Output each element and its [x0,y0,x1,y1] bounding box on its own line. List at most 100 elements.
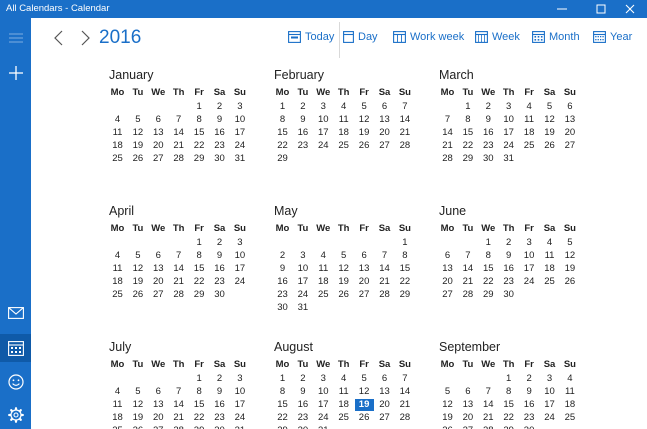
day-cell[interactable]: 13 [375,386,394,398]
work-week-view-button[interactable]: Work week [393,28,464,46]
calendar-button[interactable] [0,334,31,362]
day-cell[interactable]: 28 [169,425,188,429]
day-cell[interactable]: 22 [458,140,477,152]
day-cell[interactable]: 14 [458,263,477,275]
day-cell[interactable]: 15 [273,399,292,411]
day-cell[interactable]: 6 [438,250,457,262]
day-cell[interactable]: 3 [230,237,249,249]
day-cell[interactable]: 7 [458,250,477,262]
day-cell[interactable]: 31 [230,425,249,429]
day-cell[interactable]: 23 [293,412,312,424]
day-cell[interactable]: 9 [273,263,292,275]
day-cell[interactable]: 27 [149,425,168,429]
day-cell[interactable]: 4 [520,101,539,113]
day-cell[interactable]: 22 [395,276,414,288]
day-cell[interactable]: 17 [314,127,333,139]
day-cell[interactable]: 23 [210,140,229,152]
day-cell[interactable]: 1 [395,237,414,249]
hamburger-menu-button[interactable] [0,24,31,52]
day-view-button[interactable]: Day [343,28,378,46]
day-cell[interactable]: 12 [438,399,457,411]
day-cell[interactable]: 14 [438,127,457,139]
day-cell[interactable]: 8 [499,386,518,398]
day-cell[interactable]: 25 [540,276,559,288]
day-cell[interactable]: 24 [314,140,333,152]
next-year-button[interactable] [78,28,92,48]
day-cell[interactable]: 25 [520,140,539,152]
day-cell[interactable]: 22 [190,276,209,288]
day-cell[interactable]: 18 [560,399,579,411]
day-cell[interactable]: 8 [479,250,498,262]
day-cell[interactable]: 2 [499,237,518,249]
day-cell[interactable]: 13 [149,127,168,139]
day-cell[interactable]: 5 [355,101,374,113]
month-name[interactable]: February [274,68,324,82]
day-cell[interactable]: 28 [169,153,188,165]
day-cell[interactable]: 14 [169,127,188,139]
day-cell[interactable]: 11 [540,250,559,262]
day-cell[interactable]: 12 [128,127,147,139]
day-cell[interactable]: 7 [375,250,394,262]
day-cell[interactable]: 10 [230,114,249,126]
day-cell[interactable]: 10 [230,386,249,398]
day-cell[interactable]: 1 [479,237,498,249]
day-cell[interactable]: 5 [128,114,147,126]
day-cell[interactable]: 27 [458,425,477,429]
month-name[interactable]: July [109,340,131,354]
day-cell[interactable]: 21 [479,412,498,424]
day-cell-today[interactable]: 19 [354,399,374,411]
day-cell[interactable]: 30 [479,153,498,165]
day-cell[interactable]: 27 [438,289,457,301]
day-cell[interactable]: 27 [375,140,394,152]
day-cell[interactable]: 30 [210,425,229,429]
day-cell[interactable]: 2 [293,373,312,385]
day-cell[interactable]: 2 [210,237,229,249]
day-cell[interactable]: 28 [438,153,457,165]
day-cell[interactable]: 25 [560,412,579,424]
day-cell[interactable]: 25 [108,153,127,165]
day-cell[interactable]: 20 [458,412,477,424]
day-cell[interactable]: 9 [293,386,312,398]
day-cell[interactable]: 10 [314,386,333,398]
day-cell[interactable]: 11 [108,399,127,411]
day-cell[interactable]: 4 [334,101,353,113]
day-cell[interactable]: 13 [375,114,394,126]
day-cell[interactable]: 23 [273,289,292,301]
day-cell[interactable]: 2 [210,101,229,113]
day-cell[interactable]: 4 [560,373,579,385]
day-cell[interactable]: 9 [210,114,229,126]
month-view-button[interactable]: Month [532,28,580,46]
day-cell[interactable]: 29 [273,425,292,429]
day-cell[interactable]: 19 [560,263,579,275]
day-cell[interactable]: 31 [314,425,333,429]
day-cell[interactable]: 6 [149,386,168,398]
day-cell[interactable]: 29 [479,289,498,301]
day-cell[interactable]: 12 [560,250,579,262]
day-cell[interactable]: 2 [479,101,498,113]
day-cell[interactable]: 6 [560,101,579,113]
day-cell[interactable]: 29 [190,425,209,429]
day-cell[interactable]: 18 [108,412,127,424]
day-cell[interactable]: 16 [499,263,518,275]
day-cell[interactable]: 7 [169,386,188,398]
day-cell[interactable]: 12 [334,263,353,275]
day-cell[interactable]: 6 [355,250,374,262]
day-cell[interactable]: 1 [190,373,209,385]
day-cell[interactable]: 21 [169,140,188,152]
day-cell[interactable]: 12 [128,263,147,275]
day-cell[interactable]: 31 [499,153,518,165]
day-cell[interactable]: 17 [293,276,312,288]
day-cell[interactable]: 21 [375,276,394,288]
day-cell[interactable]: 24 [499,140,518,152]
day-cell[interactable]: 5 [560,237,579,249]
day-cell[interactable]: 5 [540,101,559,113]
day-cell[interactable]: 19 [438,412,457,424]
day-cell[interactable]: 3 [230,101,249,113]
day-cell[interactable]: 19 [355,127,374,139]
day-cell[interactable]: 16 [293,127,312,139]
day-cell[interactable]: 6 [149,250,168,262]
day-cell[interactable]: 8 [273,114,292,126]
day-cell[interactable]: 23 [499,276,518,288]
day-cell[interactable]: 1 [499,373,518,385]
day-cell[interactable]: 2 [210,373,229,385]
